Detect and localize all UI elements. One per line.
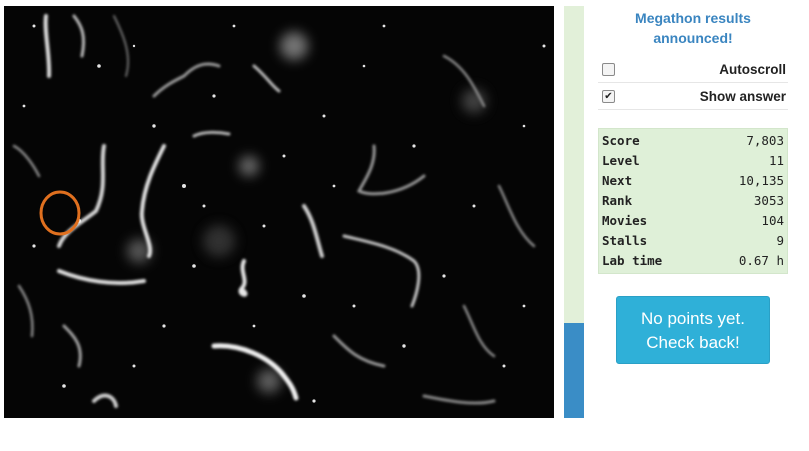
stat-row-score: Score 7,803 [602, 131, 784, 151]
autoscroll-label: Autoscroll [719, 61, 786, 77]
stat-label: Lab time [602, 253, 663, 268]
autoscroll-option[interactable]: Autoscroll [598, 56, 788, 83]
stat-row-rank: Rank 3053 [602, 191, 784, 211]
stat-value: 11 [768, 153, 784, 168]
stat-row-lab-time: Lab time 0.67 h [602, 251, 784, 271]
stat-label: Next [602, 173, 633, 188]
stat-row-stalls: Stalls 9 [602, 231, 784, 251]
stat-value: 3053 [753, 193, 784, 208]
stats-table: Score 7,803 Level 11 Next 10,135 Rank 30… [598, 128, 788, 274]
points-button[interactable]: No points yet. Check back! [616, 296, 770, 364]
side-panel: Megathon results announced! Autoscroll ✔… [598, 6, 788, 364]
stat-label: Rank [602, 193, 633, 208]
stat-row-next: Next 10,135 [602, 171, 784, 191]
stat-value: 9 [776, 233, 784, 248]
stat-label: Stalls [602, 233, 648, 248]
stat-value: 10,135 [738, 173, 784, 188]
autoscroll-checkbox[interactable] [602, 62, 615, 76]
video-progress-bar [564, 6, 584, 418]
show-answer-checkbox[interactable]: ✔ [602, 89, 615, 103]
microscopy-video-viewer[interactable] [4, 6, 554, 418]
stat-row-level: Level 11 [602, 151, 784, 171]
stat-value: 7,803 [746, 133, 784, 148]
stat-label: Level [602, 153, 640, 168]
stat-value: 0.67 h [738, 253, 784, 268]
show-answer-label: Show answer [699, 88, 786, 104]
announcement-link[interactable]: Megathon results announced! [598, 8, 788, 48]
stat-value: 104 [761, 213, 784, 228]
stat-label: Movies [602, 213, 648, 228]
show-answer-option[interactable]: ✔ Show answer [598, 83, 788, 110]
vessel-image [4, 6, 554, 418]
stat-label: Score [602, 133, 640, 148]
video-progress-fill [564, 323, 584, 418]
stat-row-movies: Movies 104 [602, 211, 784, 231]
